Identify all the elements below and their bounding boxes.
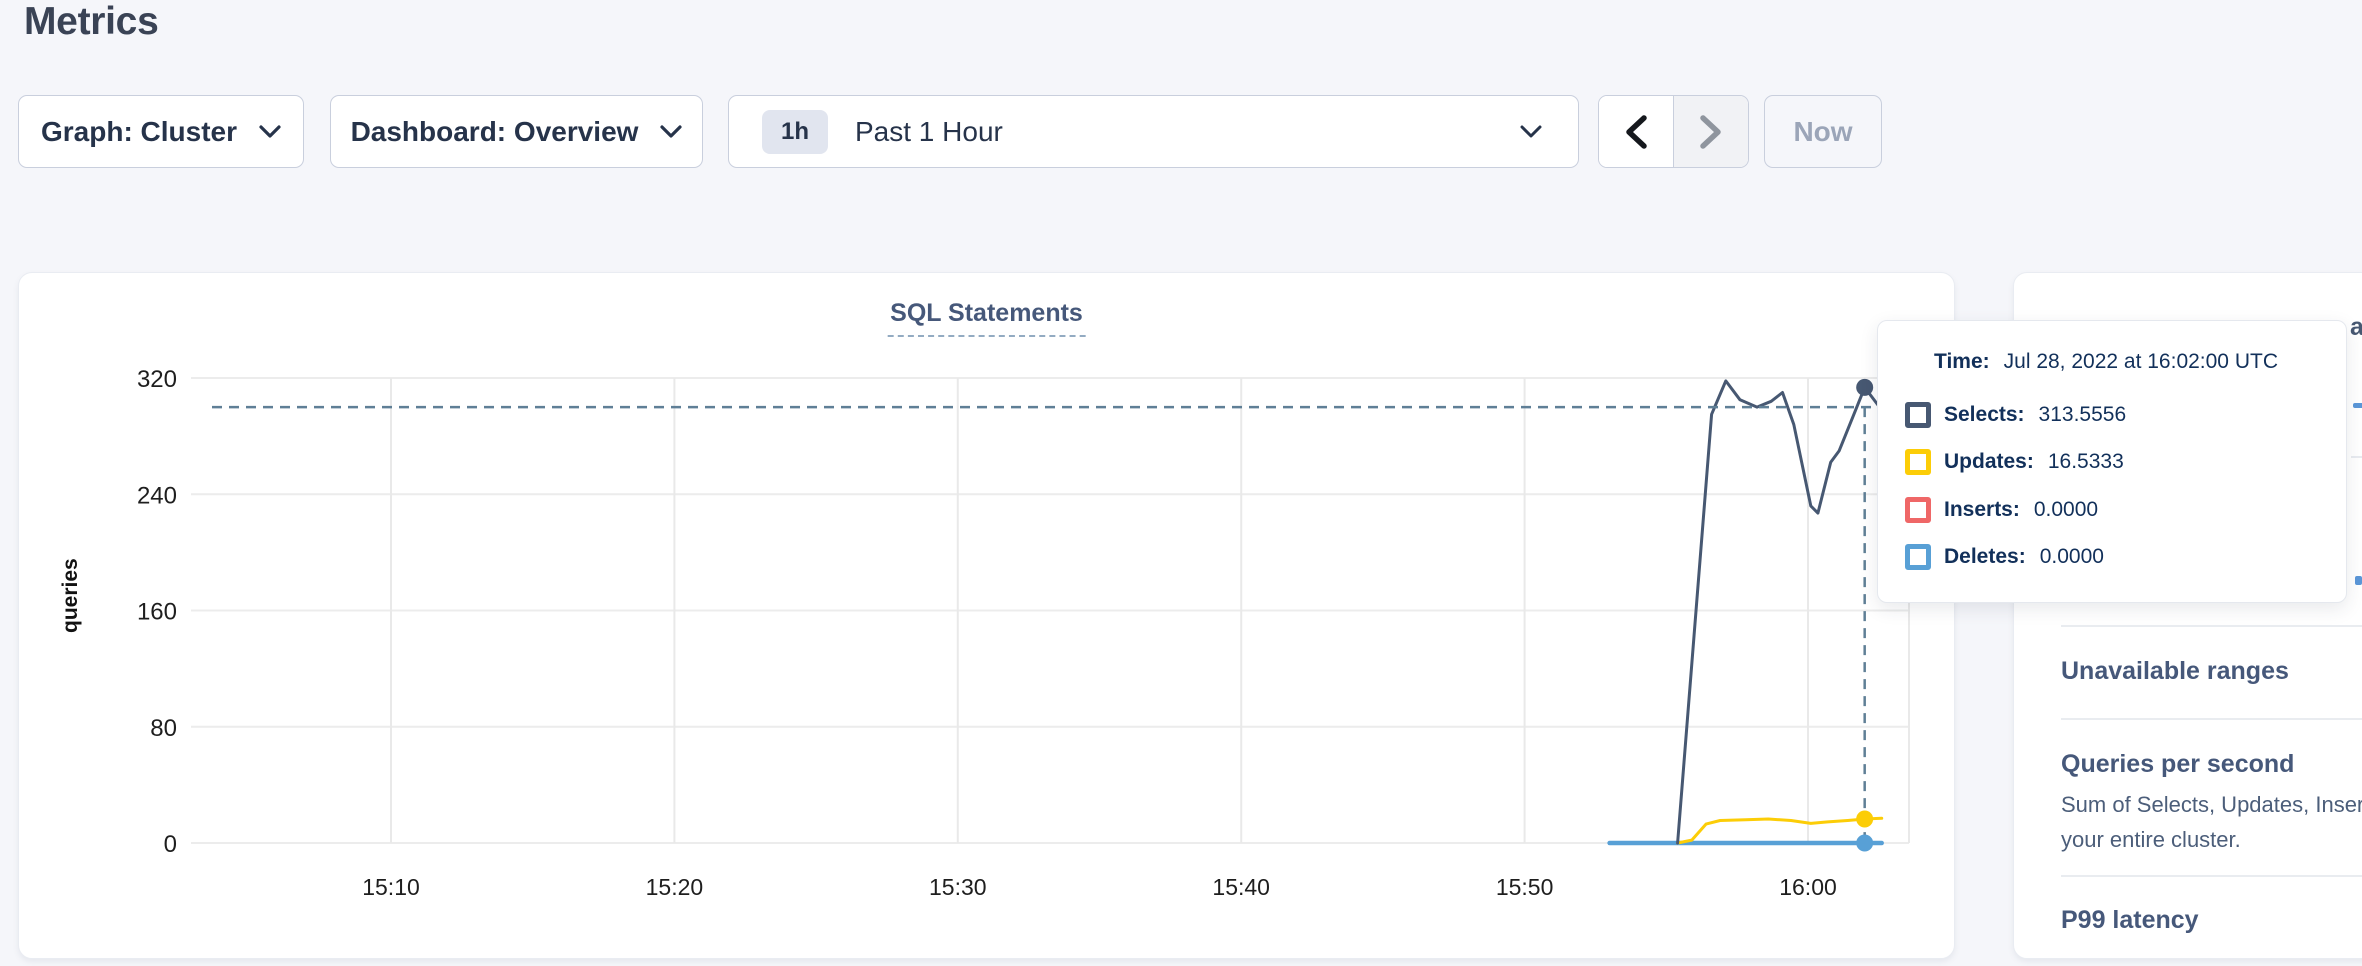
page-title: Metrics: [24, 0, 158, 44]
dashboard-dropdown[interactable]: Dashboard: Overview: [330, 95, 703, 168]
clipped-text-fragment: a: [2350, 313, 2362, 342]
tooltip-row: Inserts: 0.0000: [1905, 486, 2346, 534]
tooltip-series-value: 0.0000: [2034, 498, 2098, 522]
svg-text:15:40: 15:40: [1212, 874, 1270, 900]
svg-text:80: 80: [150, 715, 177, 742]
chevron-down-icon: [259, 125, 281, 138]
metrics-page: Metrics Graph: Cluster Dashboard: Overvi…: [0, 0, 2362, 966]
tooltip-series-label: Deletes:: [1944, 545, 2026, 569]
svg-text:15:20: 15:20: [646, 874, 704, 900]
tooltip-time-row: Time: Jul 28, 2022 at 16:02:00 UTC: [1934, 350, 2346, 374]
clipped-link-fragment: [2355, 576, 2362, 585]
now-button-disabled[interactable]: Now: [1764, 95, 1882, 168]
tooltip-time-label: Time:: [1934, 350, 1990, 373]
tooltip-series-label: Selects:: [1944, 403, 2025, 427]
svg-text:320: 320: [137, 366, 177, 393]
dashboard-dropdown-label: Dashboard: Overview: [351, 116, 639, 148]
chevron-down-icon: [1520, 125, 1542, 138]
svg-text:16:00: 16:00: [1779, 874, 1837, 900]
tooltip-row: Deletes: 0.0000: [1905, 534, 2346, 582]
sidebar-description: Sum of Selects, Updates, Inserts and Del…: [2061, 787, 2362, 857]
clipped-link-fragment: [2353, 403, 2362, 408]
svg-text:0: 0: [164, 831, 177, 858]
sidebar-heading-unavailable-ranges: Unavailable ranges: [2061, 657, 2289, 686]
divider: [2061, 875, 2362, 877]
tooltip-series-value: 0.0000: [2040, 545, 2104, 569]
previous-time-button[interactable]: [1599, 96, 1673, 167]
tooltip-series-value: 313.5556: [2039, 403, 2127, 427]
chevron-right-icon: [1699, 115, 1723, 149]
time-nav-arrows: [1598, 95, 1749, 168]
divider: [2061, 625, 2362, 627]
tooltip-series-label: Inserts:: [1944, 498, 2020, 522]
sql-statements-chart[interactable]: 320 240 160 80 0 15:10 15:20 15:30 15:40 15:50 16:…: [19, 273, 1954, 958]
series-color-swatch-icon: [1905, 449, 1931, 475]
graph-dropdown-label: Graph: Cluster: [41, 116, 237, 148]
tooltip-row: Updates: 16.5333: [1905, 439, 2346, 487]
sidebar-heading-queries-per-second: Queries per second: [2061, 750, 2294, 779]
divider: [2351, 456, 2362, 458]
time-range-label: Past 1 Hour: [855, 116, 1003, 148]
divider: [2061, 718, 2362, 720]
time-range-badge: 1h: [762, 110, 828, 154]
chart-hover-tooltip: Time: Jul 28, 2022 at 16:02:00 UTC Select…: [1877, 320, 2347, 603]
chevron-down-icon: [660, 125, 682, 138]
tooltip-series-rows: Selects: 313.5556Updates: 16.5333 Inserts: 0…: [1905, 391, 2346, 581]
graph-dropdown[interactable]: Graph: Cluster: [18, 95, 304, 168]
tooltip-time-value: Jul 28, 2022 at 16:02:00 UTC: [2004, 350, 2278, 373]
svg-text:15:10: 15:10: [362, 874, 420, 900]
sidebar-heading-p99-latency: P99 latency: [2061, 906, 2199, 935]
chevron-left-icon: [1624, 115, 1648, 149]
svg-text:15:30: 15:30: [929, 874, 987, 900]
next-time-button-disabled[interactable]: [1673, 96, 1748, 167]
now-button-label: Now: [1793, 116, 1852, 148]
time-range-selector[interactable]: 1h Past 1 Hour: [728, 95, 1579, 168]
svg-text:15:50: 15:50: [1496, 874, 1554, 900]
tooltip-series-label: Updates:: [1944, 450, 2034, 474]
tooltip-row: Selects: 313.5556: [1905, 391, 2346, 439]
sql-statements-chart-card: SQL Statements queries 32024016080015:10…: [18, 272, 1955, 959]
series-color-swatch-icon: [1905, 497, 1931, 523]
svg-text:240: 240: [137, 482, 177, 509]
series-color-swatch-icon: [1905, 402, 1931, 428]
tooltip-series-value: 16.5333: [2048, 450, 2124, 474]
series-color-swatch-icon: [1905, 544, 1931, 570]
svg-text:160: 160: [137, 599, 177, 626]
